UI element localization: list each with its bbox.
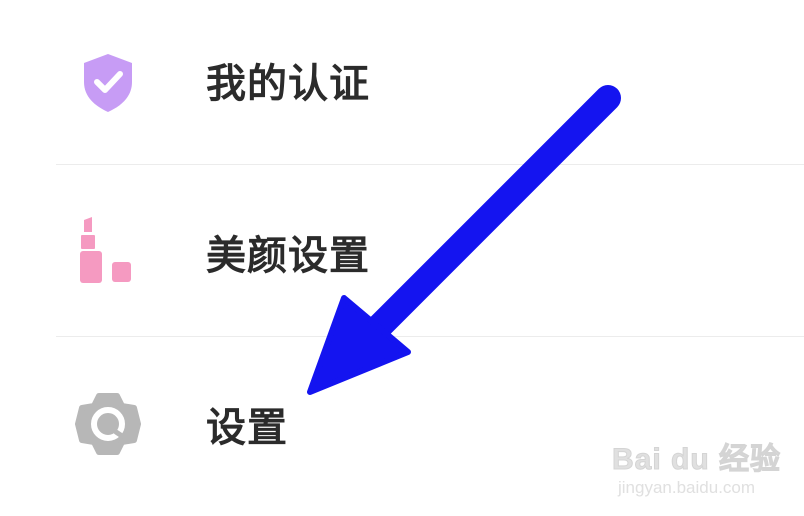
divider [56, 336, 804, 337]
verified-shield-icon [72, 46, 144, 118]
watermark-brand: Bai du 经验 [611, 443, 782, 477]
menu-item-beauty-settings[interactable]: 美颜设置 [0, 170, 804, 330]
lipstick-icon [72, 214, 144, 286]
watermark-site: jingyan.baidu.com [618, 478, 756, 497]
divider [56, 164, 804, 165]
menu-item-label: 我的认证 [206, 61, 370, 107]
menu-item-label: 设置 [206, 405, 288, 451]
menu-item-my-certification[interactable]: 我的认证 [0, 0, 804, 160]
baidu-jingyan-watermark: Bai du 经验 jingyan.baidu.com [611, 428, 792, 508]
gear-icon [72, 388, 144, 460]
settings-menu-screen: 我的认证 美颜设置 设置 Bai du 经验 jingyan.baidu.com [0, 0, 804, 516]
menu-item-label: 美颜设置 [206, 233, 370, 279]
